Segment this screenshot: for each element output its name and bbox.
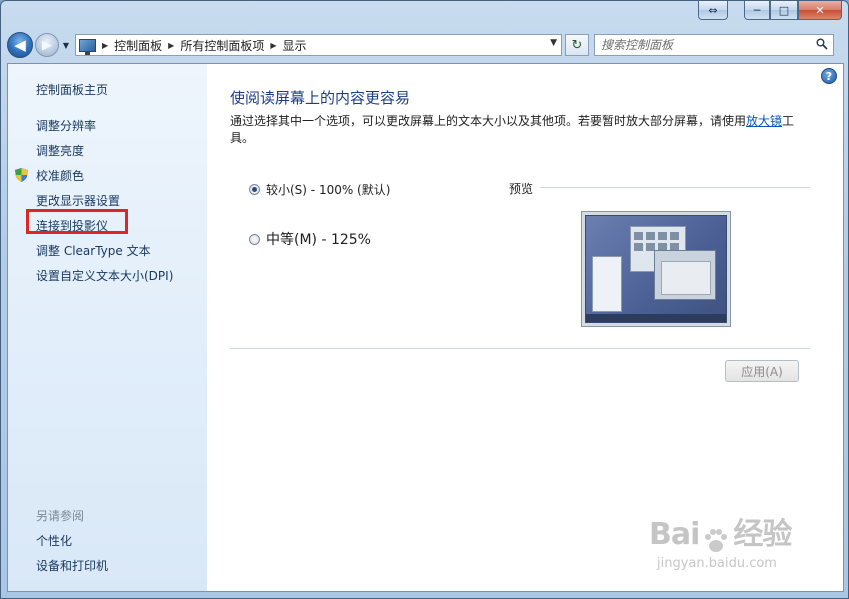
- radio-smaller[interactable]: [249, 184, 260, 195]
- forward-button[interactable]: ▶: [35, 33, 59, 57]
- page-description: 通过选择其中一个选项，可以更改屏幕上的文本大小以及其他项。若要暂时放大部分屏幕，…: [230, 113, 810, 147]
- breadcrumb-control-panel[interactable]: 控制面板: [114, 37, 162, 54]
- paw-icon: [705, 528, 728, 552]
- preview-desktop: [585, 215, 727, 323]
- navigation-bar: ◀ ▶ ▼ ▶ 控制面板 ▶ 所有控制面板项 ▶ 显示 ▼ ↻: [7, 31, 842, 59]
- sidebar-link-home[interactable]: 控制面板主页: [36, 81, 108, 98]
- magnifier-link[interactable]: 放大镜: [746, 114, 782, 128]
- recent-pages-dropdown-icon[interactable]: ▼: [60, 41, 72, 50]
- watermark-logo-right: 经验: [733, 517, 792, 552]
- sidebar-link-display-settings[interactable]: 更改显示器设置: [36, 192, 120, 209]
- control-panel-icon: [79, 38, 96, 55]
- preview-window-list: [592, 256, 622, 312]
- highlight-box: [26, 209, 128, 234]
- sidebar-link-brightness[interactable]: 调整亮度: [36, 142, 84, 159]
- sidebar-link-calibrate-color[interactable]: 校准颜色: [36, 167, 84, 184]
- watermark-url: jingyan.baidu.com: [657, 555, 777, 571]
- preview-image: [581, 211, 731, 327]
- preview-window-front: [654, 250, 716, 300]
- watermark: Bai 经验 jingyan.baidu.com: [649, 509, 792, 571]
- breadcrumb-all-items[interactable]: 所有控制面板项: [180, 37, 264, 54]
- description-text: 通过选择其中一个选项，可以更改屏幕上的文本大小以及其他项。若要暂时放大部分屏幕，…: [230, 114, 747, 128]
- option-medium-label[interactable]: 中等(M) - 125%: [266, 229, 371, 249]
- address-dropdown-icon[interactable]: ▼: [550, 38, 557, 48]
- option-medium[interactable]: 中等(M) - 125%: [249, 229, 371, 249]
- uac-shield-icon: [15, 168, 28, 182]
- caption-buttons: ─ □ ✕: [744, 1, 842, 20]
- control-panel-window: ⇔ ─ □ ✕ ◀ ▶ ▼ ▶ 控制面板 ▶ 所有控制面板项 ▶ 显示 ▼ ↻: [0, 0, 849, 599]
- sidebar-link-resolution[interactable]: 调整分辨率: [36, 117, 96, 134]
- sidebar-link-personalize[interactable]: 个性化: [36, 532, 72, 549]
- preview-icon-grid: [634, 232, 679, 251]
- apply-button[interactable]: 应用(A): [725, 360, 799, 382]
- back-button[interactable]: ◀: [7, 32, 33, 58]
- option-smaller[interactable]: 较小(S) - 100% (默认): [249, 181, 390, 198]
- watermark-logo-left: Bai: [649, 517, 700, 552]
- radio-medium[interactable]: [249, 233, 260, 245]
- maximize-button[interactable]: □: [770, 1, 798, 20]
- option-smaller-label[interactable]: 较小(S) - 100% (默认): [266, 181, 390, 198]
- help-icon[interactable]: ?: [821, 68, 837, 84]
- close-button[interactable]: ✕: [798, 1, 842, 20]
- sidebar: 控制面板主页 调整分辨率 调整亮度 校准颜色 更改显示器设置 连接到投影仪 调整…: [8, 64, 207, 591]
- refresh-button[interactable]: ↻: [565, 34, 589, 56]
- sidebar-link-dpi[interactable]: 设置自定义文本大小(DPI): [36, 267, 173, 284]
- preview-label: 预览: [509, 182, 534, 196]
- sidebar-link-devices-printers[interactable]: 设备和打印机: [36, 557, 108, 574]
- preview-divider: [540, 187, 810, 188]
- breadcrumb-display[interactable]: 显示: [283, 37, 307, 54]
- see-also-title: 另请参阅: [36, 509, 85, 523]
- section-divider: [230, 348, 810, 349]
- resize-icon[interactable]: ⇔: [698, 1, 728, 20]
- search-input[interactable]: [601, 38, 801, 52]
- search-icon[interactable]: [816, 38, 828, 50]
- address-bar[interactable]: ▶ 控制面板 ▶ 所有控制面板项 ▶ 显示 ▼: [75, 34, 562, 56]
- search-box[interactable]: [594, 34, 834, 56]
- sidebar-link-cleartype[interactable]: 调整 ClearType 文本: [36, 242, 151, 259]
- page-title: 使阅读屏幕上的内容更容易: [230, 89, 411, 107]
- chevron-right-icon[interactable]: ▶: [102, 41, 108, 50]
- preview-taskbar: [586, 314, 726, 322]
- minimize-button[interactable]: ─: [744, 1, 770, 20]
- chevron-right-icon[interactable]: ▶: [270, 41, 276, 50]
- chevron-right-icon[interactable]: ▶: [168, 41, 174, 50]
